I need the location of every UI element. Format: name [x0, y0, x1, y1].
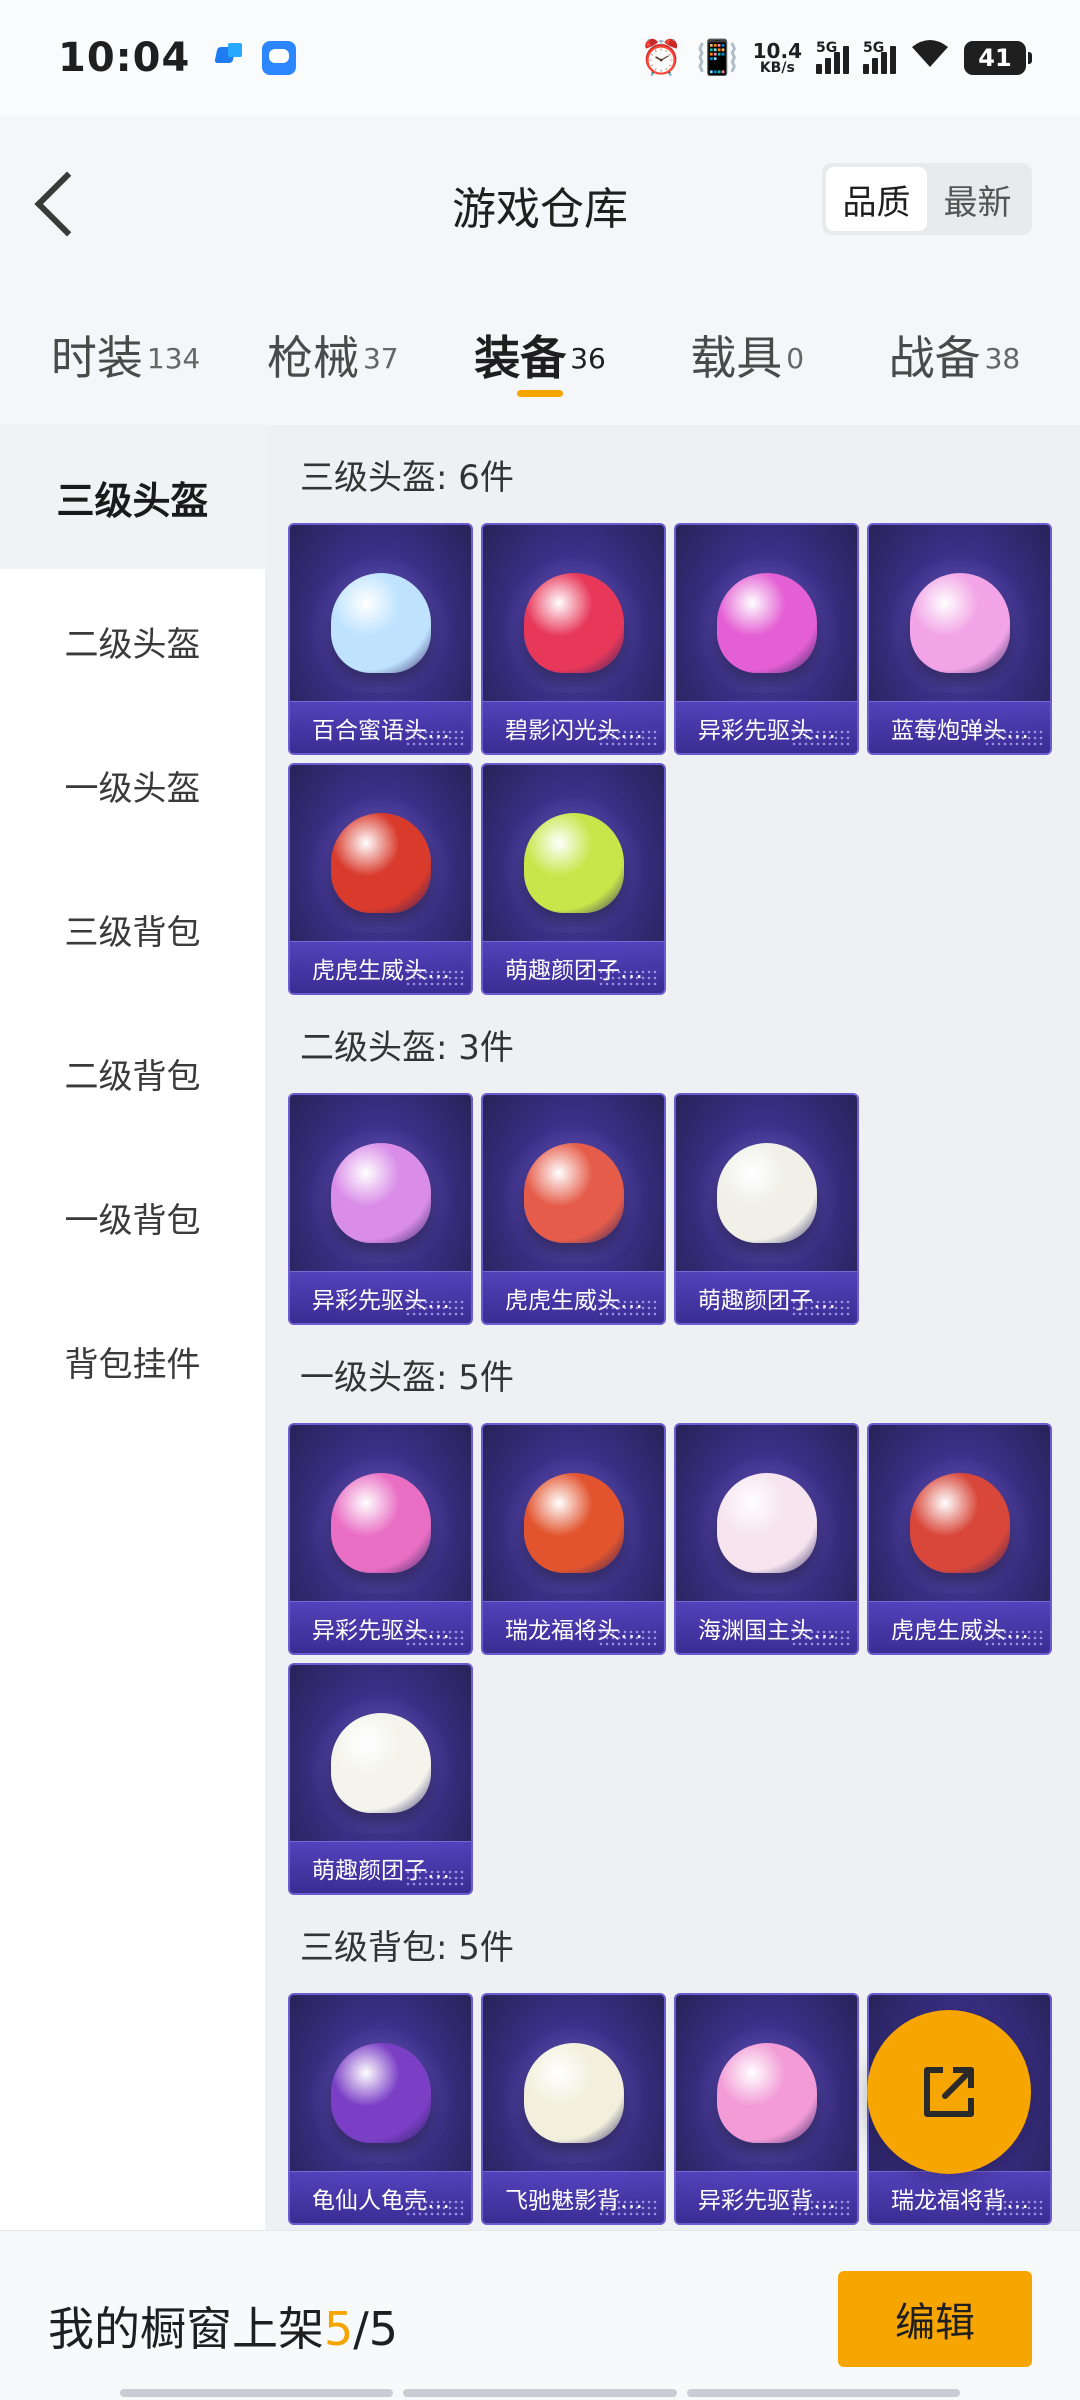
side-item-level3-backpack[interactable]: 三级背包 — [0, 857, 265, 1001]
sort-latest-button[interactable]: 最新 — [927, 167, 1028, 231]
item-image — [716, 2043, 817, 2143]
alarm-icon: ⏰ — [639, 37, 683, 78]
item-card[interactable]: 萌趣颜团子… — [288, 1663, 473, 1895]
sort-toggle: 品质 最新 — [822, 163, 1032, 235]
item-image — [523, 813, 624, 913]
network-speed: 10.4 KB/s — [752, 38, 802, 76]
tab-firearms[interactable]: 枪械 37 — [229, 280, 436, 388]
share-icon — [924, 2067, 974, 2117]
bottom-bar: 我的橱窗上架5/5 编辑 — [0, 2230, 1080, 2400]
item-card[interactable]: 龟仙人龟壳… — [288, 1993, 473, 2225]
tab-fashion[interactable]: 时装 134 — [22, 280, 229, 388]
item-image — [716, 1473, 817, 1573]
item-image — [330, 813, 431, 913]
section-title: 三级头盔: 6件 — [300, 457, 514, 498]
header: 游戏仓库 品质 最新 — [0, 115, 1080, 280]
item-list: 三级头盔: 6件 百合蜜语头… 碧影闪光头… 异彩先驱头… 蓝莓炮弹头… 虎虎生威头… 萌趣… — [265, 425, 1080, 2230]
wifi-icon — [910, 37, 950, 78]
item-card[interactable]: 异彩先驱背… — [674, 1993, 859, 2225]
item-grid: 百合蜜语头… 碧影闪光头… 异彩先驱头… 蓝莓炮弹头… 虎虎生威头… 萌趣颜团子… — [288, 523, 1080, 995]
item-image — [523, 1473, 624, 1573]
tab-vehicles[interactable]: 载具 0 — [644, 280, 851, 388]
item-card[interactable]: 异彩先驱头… — [288, 1423, 473, 1655]
edit-button[interactable]: 编辑 — [838, 2271, 1032, 2367]
item-card[interactable]: 异彩先驱头… — [674, 523, 859, 755]
side-item-level2-helmet[interactable]: 二级头盔 — [0, 569, 265, 713]
share-button[interactable] — [867, 2010, 1031, 2174]
battery-icon: 41 — [964, 40, 1032, 75]
status-bar: 10:04 ⏰ 📳 10.4 KB/s 5G 5G 41 — [0, 0, 1080, 115]
item-card[interactable]: 虎虎生威头… — [867, 1423, 1052, 1655]
notification-icons — [216, 40, 297, 75]
tab-equipment[interactable]: 装备 36 — [436, 280, 643, 397]
shelf-status: 我的橱窗上架5/5 — [48, 2302, 399, 2356]
item-image — [716, 1143, 817, 1243]
item-image — [909, 573, 1010, 673]
item-image — [330, 2043, 431, 2143]
sort-quality-button[interactable]: 品质 — [826, 167, 927, 231]
section-title: 三级背包: 5件 — [300, 1927, 514, 1968]
section-title: 一级头盔: 5件 — [300, 1357, 514, 1398]
item-card[interactable]: 飞驰魅影背… — [481, 1993, 666, 2225]
item-card[interactable]: 虎虎生威头… — [481, 1093, 666, 1325]
app-notification-icon — [216, 41, 246, 67]
item-image — [523, 2043, 624, 2143]
item-image — [330, 1713, 431, 1813]
chat-notification-icon — [262, 40, 297, 75]
status-indicators: ⏰ 📳 10.4 KB/s 5G 5G 41 — [639, 37, 1032, 78]
item-card[interactable]: 碧影闪光头… — [481, 523, 666, 755]
section-title: 二级头盔: 3件 — [300, 1027, 514, 1068]
item-image — [909, 1473, 1010, 1573]
active-tab-indicator — [517, 390, 563, 397]
item-image — [523, 1143, 624, 1243]
item-card[interactable]: 蓝莓炮弹头… — [867, 523, 1052, 755]
item-grid: 异彩先驱头… 虎虎生威头… 萌趣颜团子… — [288, 1093, 1080, 1325]
category-tabs: 时装 134 枪械 37 装备 36 载具 0 战备 38 — [0, 280, 1080, 425]
side-item-level1-helmet[interactable]: 一级头盔 — [0, 713, 265, 857]
item-card[interactable]: 萌趣颜团子… — [481, 763, 666, 995]
vibrate-icon: 📳 — [696, 37, 739, 78]
item-card[interactable]: 萌趣颜团子… — [674, 1093, 859, 1325]
item-image — [523, 573, 624, 673]
item-image — [330, 1143, 431, 1243]
side-item-level2-backpack[interactable]: 二级背包 — [0, 1001, 265, 1145]
side-item-level1-backpack[interactable]: 一级背包 — [0, 1145, 265, 1289]
item-card[interactable]: 百合蜜语头… — [288, 523, 473, 755]
item-card[interactable]: 海渊国主头… — [674, 1423, 859, 1655]
item-image — [330, 573, 431, 673]
signal-icon-2: 5G — [863, 40, 896, 74]
item-image — [716, 573, 817, 673]
tab-supplies[interactable]: 战备 38 — [851, 280, 1058, 388]
side-menu: 三级头盔 二级头盔 一级头盔 三级背包 二级背包 一级背包 背包挂件 — [0, 425, 265, 2230]
item-grid: 异彩先驱头… 瑞龙福将头… 海渊国主头… 虎虎生威头… 萌趣颜团子… — [288, 1423, 1080, 1895]
side-item-level3-helmet[interactable]: 三级头盔 — [0, 425, 265, 569]
item-card[interactable]: 瑞龙福将头… — [481, 1423, 666, 1655]
item-card[interactable]: 虎虎生威头… — [288, 763, 473, 995]
item-card[interactable]: 异彩先驱头… — [288, 1093, 473, 1325]
status-time: 10:04 — [58, 34, 191, 81]
item-image — [330, 1473, 431, 1573]
signal-icon: 5G — [816, 40, 849, 74]
side-item-backpack-charm[interactable]: 背包挂件 — [0, 1289, 265, 1433]
home-indicator — [120, 2389, 960, 2397]
